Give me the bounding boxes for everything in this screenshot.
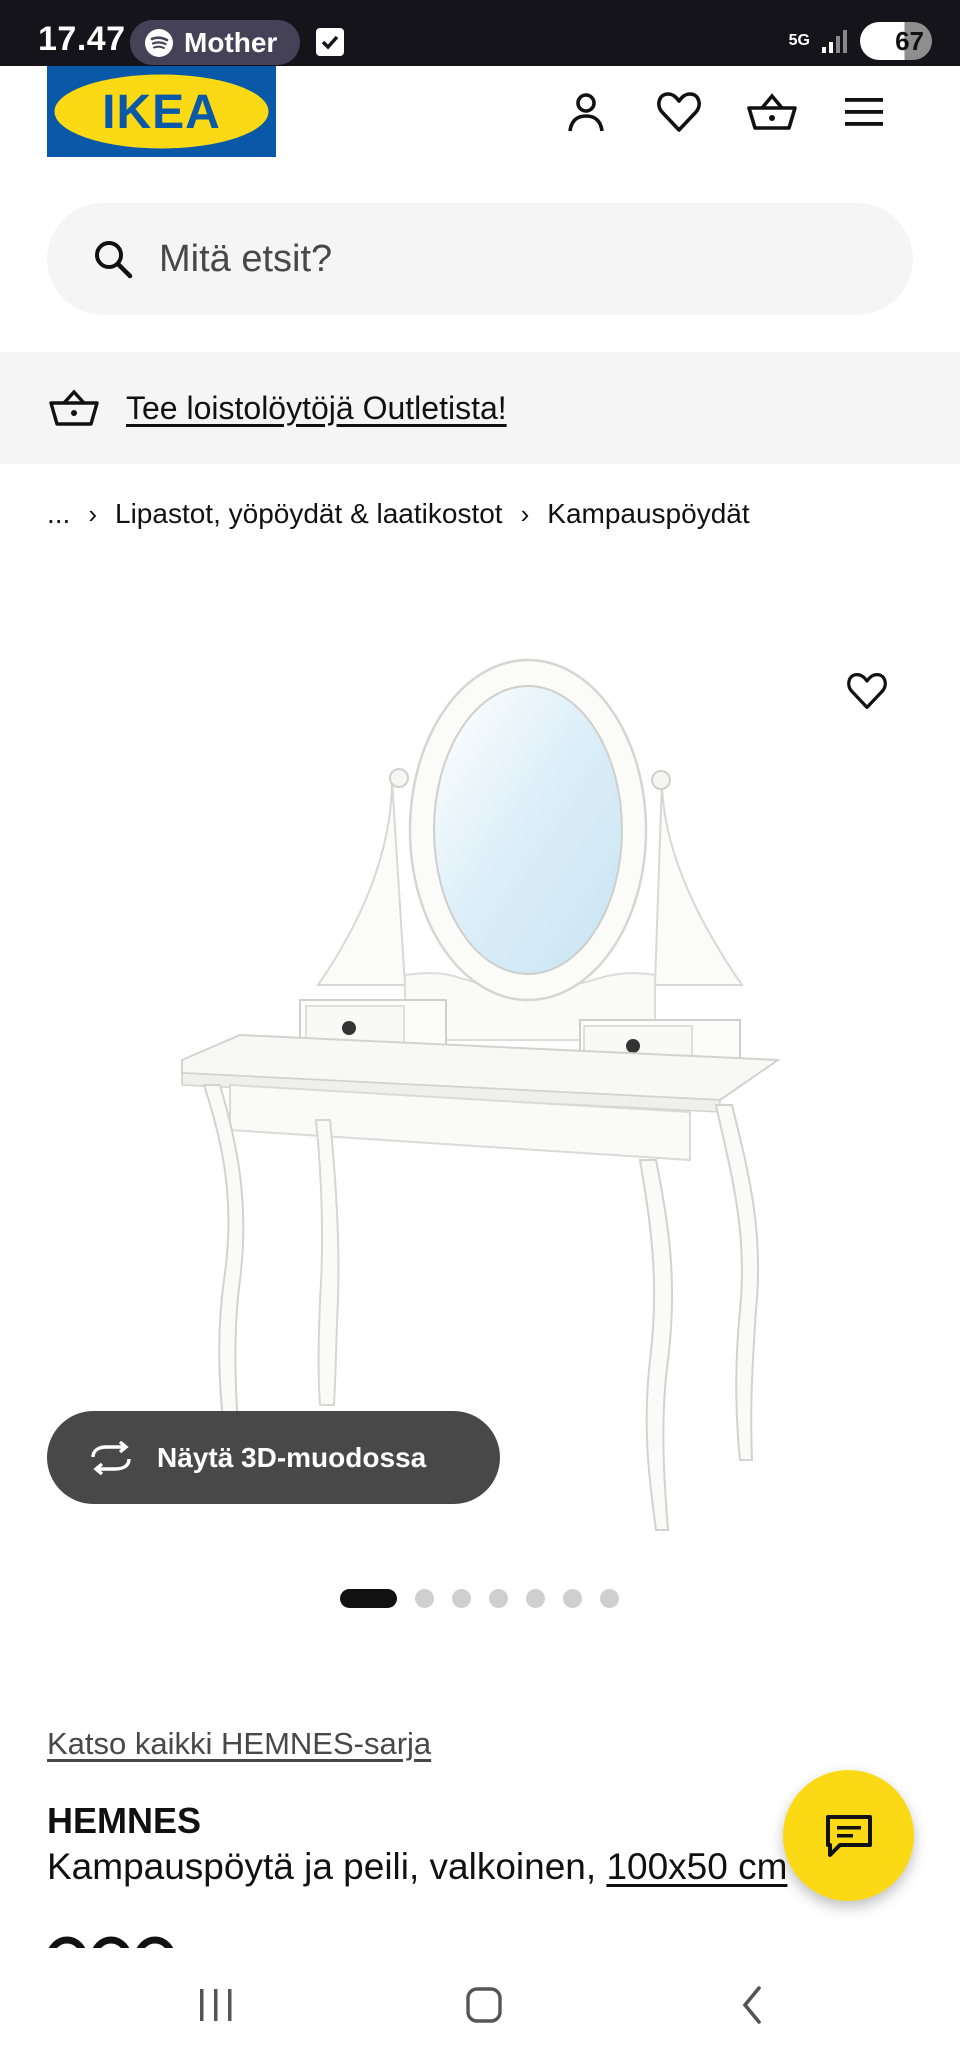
menu-button[interactable] <box>838 86 890 138</box>
product-dimensions-link[interactable]: 100x50 cm <box>606 1846 787 1887</box>
media-pill-label: Mother <box>184 26 278 58</box>
account-button[interactable] <box>560 86 612 138</box>
basket-icon <box>747 93 797 130</box>
gallery-dot[interactable] <box>489 1588 508 1608</box>
status-bar: 17.47 Mother 5G 67 <box>0 0 960 66</box>
rotate-3d-icon <box>91 1440 131 1475</box>
heart-icon <box>847 673 887 709</box>
outlet-banner: Tee loistolöytöjä Outletista! <box>0 352 960 464</box>
product-description-text: Kampauspöytä ja peili, valkoinen, <box>47 1846 607 1887</box>
heart-icon <box>657 92 701 132</box>
spotify-icon <box>145 28 173 57</box>
gallery-pagination <box>340 1588 619 1608</box>
basket-icon <box>49 389 99 426</box>
chat-icon <box>825 1814 872 1857</box>
product-image-gallery[interactable] <box>0 580 960 1540</box>
view-3d-button[interactable]: Näytä 3D-muodossa <box>47 1411 500 1504</box>
media-pill[interactable]: Mother <box>130 20 300 65</box>
wishlist-button[interactable] <box>653 86 705 138</box>
status-indicators: 5G 67 <box>789 22 932 60</box>
basket-button[interactable] <box>746 86 798 138</box>
recent-apps-icon <box>200 1989 232 2021</box>
product-description: Kampauspöytä ja peili, valkoinen, 100x50… <box>47 1846 807 1888</box>
battery-level: 67 <box>895 25 924 56</box>
header-actions <box>560 86 890 138</box>
back-icon <box>742 1986 761 2024</box>
breadcrumb: ... › Lipastot, yöpöydät & laatikostot ›… <box>47 494 750 534</box>
account-icon <box>568 93 604 132</box>
recent-apps-button[interactable] <box>186 1980 246 2030</box>
menu-icon <box>845 98 883 126</box>
back-button[interactable] <box>722 1980 782 2030</box>
gallery-dot-active[interactable] <box>340 1588 397 1608</box>
battery-indicator: 67 <box>860 22 932 60</box>
outlet-link[interactable]: Tee loistolöytöjä Outletista! <box>126 390 507 427</box>
home-icon <box>466 1987 502 2023</box>
gallery-dot[interactable] <box>563 1588 582 1608</box>
gallery-dot[interactable] <box>452 1588 471 1608</box>
home-button[interactable] <box>454 1980 514 2030</box>
search-icon <box>95 241 133 279</box>
signal-icon <box>822 30 847 53</box>
breadcrumb-item-subcategory[interactable]: Kampauspöydät <box>547 498 749 530</box>
view-3d-label: Näytä 3D-muodossa <box>157 1441 427 1473</box>
task-check-icon <box>316 28 344 56</box>
product-price-partial <box>47 1936 177 1948</box>
product-image <box>181 658 782 1531</box>
logo-text: IKEA <box>102 86 221 139</box>
system-nav-bar <box>0 1950 960 2059</box>
gallery-dot[interactable] <box>526 1588 545 1608</box>
breadcrumb-item-more[interactable]: ... <box>47 498 70 530</box>
search-input[interactable] <box>159 237 859 281</box>
chevron-right-icon: › <box>520 498 530 529</box>
ikea-logo[interactable]: IKEA <box>47 66 276 157</box>
product-name: HEMNES <box>47 1800 202 1841</box>
series-link[interactable]: Katso kaikki HEMNES-sarja <box>47 1726 431 1762</box>
gallery-dot[interactable] <box>600 1588 619 1608</box>
search-bar[interactable] <box>47 203 913 315</box>
network-type: 5G <box>788 32 810 49</box>
chevron-right-icon: › <box>88 498 98 529</box>
chat-button[interactable] <box>783 1770 914 1901</box>
add-to-wishlist-button[interactable] <box>836 660 898 722</box>
gallery-dot[interactable] <box>415 1588 434 1608</box>
breadcrumb-item-category[interactable]: Lipastot, yöpöydät & laatikostot <box>115 498 503 530</box>
status-time: 17.47 <box>38 20 126 58</box>
